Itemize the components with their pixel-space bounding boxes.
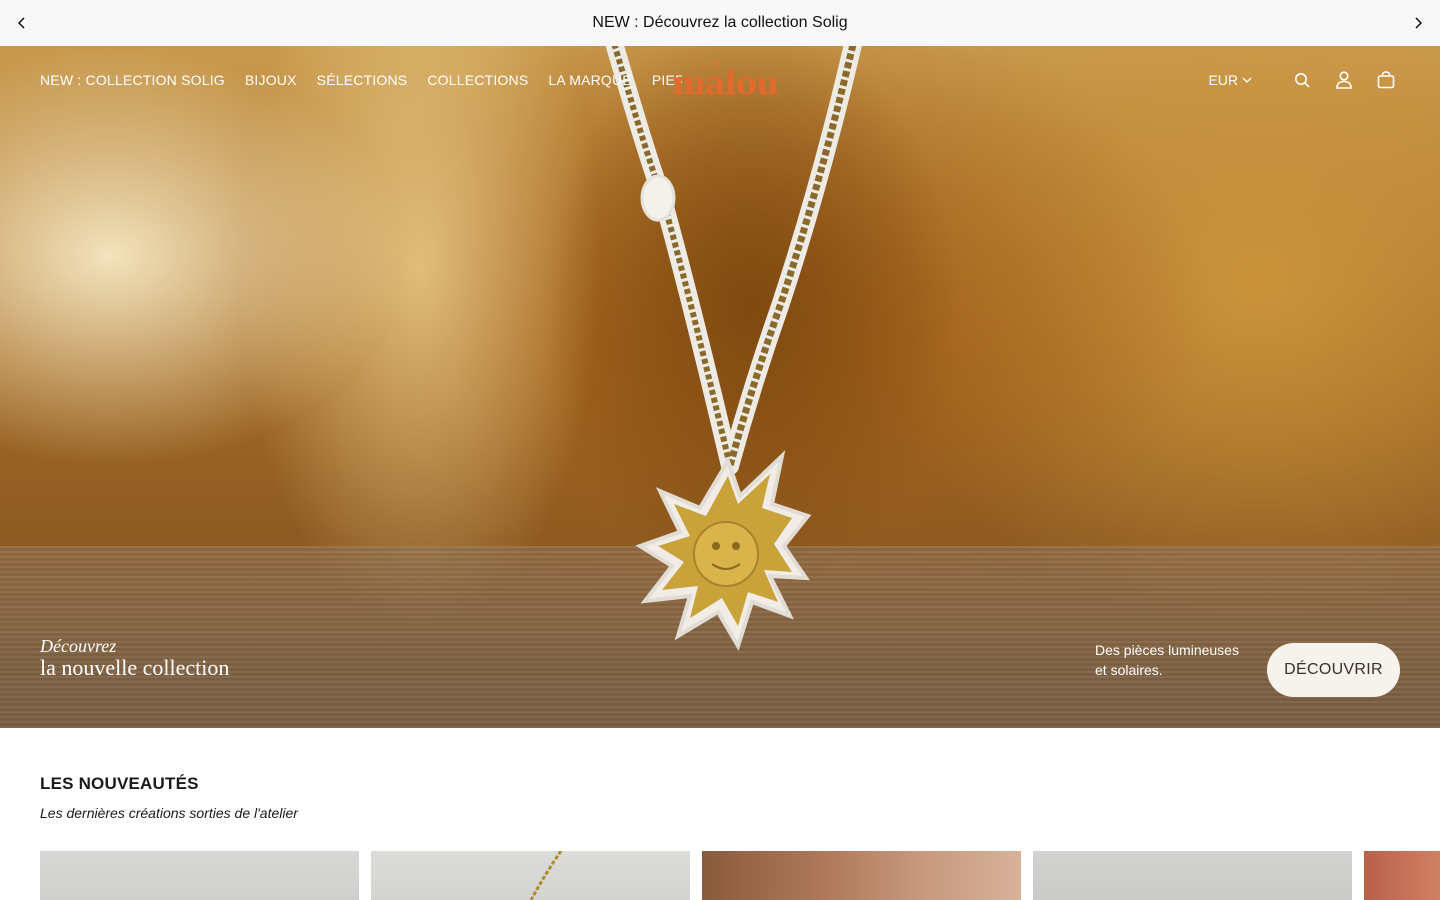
hero-banner [0,46,1440,728]
product-image [529,851,563,900]
hero-description: Des pièces lumineuses et solaires. [1095,640,1245,680]
hero-caption-line1: Découvrez [40,636,117,656]
product-card[interactable] [40,851,359,900]
nav-item-new-collection[interactable]: NEW : COLLECTION SOLIG [40,72,225,88]
announcement-prev-button[interactable] [0,0,44,46]
brand-logo[interactable]: LES malou [672,60,779,104]
product-carousel [40,851,1440,900]
logo-wordmark: malou [672,64,779,102]
nav-item-bijoux[interactable]: BIJOUX [245,72,297,88]
chevron-down-icon [1242,77,1252,83]
product-card[interactable] [1033,851,1352,900]
product-card[interactable] [1364,851,1440,900]
main-navigation: NEW : COLLECTION SOLIG BIJOUX SÉLECTIONS… [40,72,682,88]
announcement-text[interactable]: NEW : Découvrez la collection Solig [592,14,847,32]
search-button[interactable] [1288,66,1316,94]
hero-description-line2: et solaires. [1095,662,1163,678]
hero-caption-line2: la nouvelle collection [40,655,230,680]
hero-description-line1: Des pièces lumineuses [1095,642,1239,658]
announcement-next-button[interactable] [1396,0,1440,46]
nav-item-la-marque[interactable]: LA MARQUE [548,72,632,88]
discover-button[interactable]: DÉCOUVRIR [1267,643,1400,697]
nav-item-selections[interactable]: SÉLECTIONS [317,72,408,88]
hero-necklace-image [605,46,862,651]
section-title: LES NOUVEAUTÉS [40,774,199,793]
chevron-left-icon [17,17,25,29]
section-subtitle: Les dernières créations sorties de l'ate… [40,805,298,821]
nav-item-collections[interactable]: COLLECTIONS [427,72,528,88]
announcement-bar: NEW : Découvrez la collection Solig [0,0,1440,46]
header-actions: EUR [1208,66,1400,94]
product-card[interactable] [371,851,690,900]
currency-selector[interactable]: EUR [1208,72,1252,88]
cart-button[interactable] [1372,66,1400,94]
chevron-right-icon [1415,17,1423,29]
currency-label: EUR [1208,72,1238,88]
account-icon [1336,71,1352,89]
bag-icon [1377,71,1395,89]
hero-caption: Découvrez la nouvelle collection [40,636,229,680]
account-button[interactable] [1330,66,1358,94]
product-card[interactable] [702,851,1021,900]
search-icon [1295,73,1310,88]
